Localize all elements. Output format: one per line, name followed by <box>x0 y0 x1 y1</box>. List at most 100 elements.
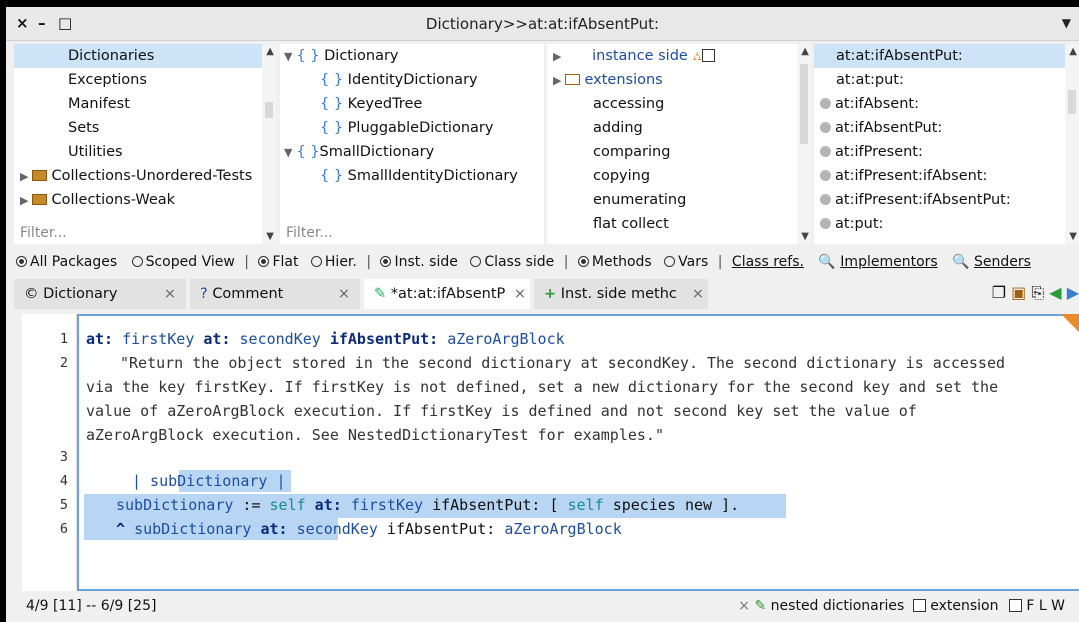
code-editor[interactable]: 1 2 3 4 5 6 at: firstKey at: secondKey i… <box>22 314 1079 591</box>
clear-protocol-icon[interactable]: × <box>738 598 750 614</box>
class-item[interactable]: { } IdentityDictionary <box>320 68 478 92</box>
class-item[interactable]: ▼ { }SmallDictionary <box>284 140 434 164</box>
protocol-item[interactable]: enumerating <box>593 188 686 212</box>
close-tab-icon[interactable]: × <box>164 279 176 309</box>
implementors-link[interactable]: Implementors <box>840 254 937 270</box>
instance-side-checkbox[interactable] <box>701 49 715 62</box>
protocol-item[interactable]: accessing <box>593 92 664 116</box>
tab-dictionary[interactable]: © Dictionary × <box>14 279 186 309</box>
close-tab-icon[interactable]: × <box>338 279 350 309</box>
scroll-down-icon[interactable]: ▼ <box>1069 231 1077 242</box>
hier-radio[interactable]: Hier. <box>310 254 357 270</box>
expand-arrow-icon[interactable]: ▶ <box>553 74 561 87</box>
scroll-up-icon[interactable]: ▲ <box>801 46 809 57</box>
protocol-item[interactable]: adding <box>593 116 643 140</box>
scoped-view-radio[interactable]: Scoped View <box>131 254 235 270</box>
back-arrow-icon[interactable]: ◀ <box>1049 283 1061 302</box>
class-icon: { } <box>320 120 344 136</box>
flat-radio[interactable]: Flat <box>258 254 298 270</box>
tab-inst-side-method[interactable]: + Inst. side methc × <box>534 279 708 309</box>
package-item[interactable]: Exceptions <box>68 68 147 92</box>
close-tab-icon[interactable]: × <box>514 279 526 309</box>
class-item[interactable]: { } KeyedTree <box>320 92 422 116</box>
method-item[interactable]: at:ifAbsent: <box>820 92 919 116</box>
scroll-thumb[interactable] <box>1068 90 1076 114</box>
variable: subDictionary <box>134 520 252 538</box>
package-item[interactable]: Dictionaries <box>14 44 262 68</box>
method-item[interactable]: at:put: <box>820 212 883 236</box>
override-dot-icon <box>820 218 831 229</box>
scroll-thumb[interactable] <box>265 102 273 118</box>
protocol-item-instance-side[interactable]: ▶ instance side ⛼ <box>553 44 715 68</box>
collapse-arrow-icon[interactable]: ▼ <box>284 146 292 159</box>
forward-arrow-icon[interactable]: ▶ <box>1067 283 1079 302</box>
option-label: Vars <box>678 254 709 270</box>
protocol-item-extensions[interactable]: ▶ extensions <box>553 68 663 92</box>
package-item[interactable]: ▶ Collections-Unordered-Tests <box>20 164 252 188</box>
window-menu-chevron-icon[interactable]: ▼ <box>1062 16 1071 30</box>
method-item[interactable]: at:at:ifAbsentPut: <box>814 44 1065 68</box>
senders-link[interactable]: Senders <box>974 254 1031 270</box>
tab-comment[interactable]: ? Comment × <box>190 279 360 309</box>
option-label: Class side <box>484 254 555 270</box>
collapse-arrow-icon[interactable]: ▼ <box>284 50 292 63</box>
copy-icon[interactable]: ❐ <box>992 283 1006 302</box>
class-item[interactable]: { } SmallIdentityDictionary <box>320 164 518 188</box>
option-label: Hier. <box>324 254 357 270</box>
method-list[interactable]: at:at:ifAbsentPut: at:at:put: at:ifAbsen… <box>814 44 1079 244</box>
option-label: Inst. side <box>394 254 458 270</box>
package-list[interactable]: Dictionaries Exceptions Manifest Sets Ut… <box>14 44 276 244</box>
all-packages-radio[interactable]: All Packages <box>16 254 117 270</box>
scroll-up-icon[interactable]: ▲ <box>266 46 274 57</box>
extension-checkbox[interactable] <box>912 599 926 612</box>
protocol-item[interactable]: flat collect <box>593 212 669 236</box>
class-side-radio[interactable]: Class side <box>470 254 554 270</box>
class-list[interactable]: ▼ { } Dictionary { } IdentityDictionary {… <box>280 44 544 244</box>
scroll-up-icon[interactable]: ▲ <box>1069 46 1077 57</box>
protocol-list[interactable]: ▶ instance side ⛼ ▶ extensions accessing … <box>547 44 811 244</box>
package-item[interactable]: Sets <box>68 116 99 140</box>
method-item[interactable]: at:ifPresent: <box>820 140 923 164</box>
package-filter-input[interactable]: Filter... <box>14 222 67 244</box>
method-label: at:ifPresent:ifAbsent: <box>835 168 988 184</box>
close-tab-icon[interactable]: × <box>692 279 704 309</box>
package-scrollbar[interactable]: ▲ ▼ <box>262 44 276 244</box>
protocol-name[interactable]: nested dictionaries <box>771 598 905 614</box>
protocol-item[interactable]: comparing <box>593 140 670 164</box>
radio-off-icon <box>131 256 143 267</box>
edit-protocol-icon[interactable]: ✎ <box>754 598 766 614</box>
inst-side-radio[interactable]: Inst. side <box>380 254 458 270</box>
methods-radio[interactable]: Methods <box>577 254 652 270</box>
package-browse-icon[interactable]: ▣ <box>1011 283 1026 302</box>
package-item[interactable]: Utilities <box>68 140 123 164</box>
method-item[interactable]: at:ifPresent:ifAbsentPut: <box>820 188 1011 212</box>
method-item[interactable]: at:at:put: <box>836 68 904 92</box>
scroll-down-icon[interactable]: ▼ <box>801 231 809 242</box>
line-number: 1 <box>59 331 68 347</box>
class-refs-link[interactable]: Class refs. <box>732 254 804 270</box>
expand-arrow-icon[interactable]: ▶ <box>20 194 28 207</box>
tab-method-at-at-ifabsentput[interactable]: ✎ *at:at:ifAbsentP × <box>364 279 530 309</box>
class-filter-input[interactable]: Filter... <box>280 222 333 244</box>
help-icon: ? <box>200 286 208 302</box>
separator: | <box>244 254 249 270</box>
class-item[interactable]: ▼ { } Dictionary <box>284 44 399 68</box>
package-item[interactable]: Manifest <box>68 92 130 116</box>
class-item[interactable]: { } PluggableDictionary <box>320 116 493 140</box>
history-icon[interactable]: ⎘ <box>1031 283 1044 302</box>
override-dot-icon <box>820 170 831 181</box>
package-item[interactable]: ▶ Collections-Weak <box>20 188 175 212</box>
expand-arrow-icon[interactable]: ▶ <box>553 50 561 63</box>
method-scrollbar[interactable]: ▲ ▼ <box>1065 44 1079 244</box>
flags-checkbox[interactable] <box>1008 599 1022 612</box>
method-item[interactable]: at:ifPresent:ifAbsent: <box>820 164 987 188</box>
protocol-scrollbar[interactable]: ▲ ▼ <box>797 44 811 244</box>
expand-arrow-icon[interactable]: ▶ <box>20 170 28 183</box>
keyword: at: <box>203 330 231 348</box>
scroll-thumb[interactable] <box>800 64 808 144</box>
extension-label: extension <box>930 598 999 614</box>
scroll-down-icon[interactable]: ▼ <box>266 231 274 242</box>
method-item[interactable]: at:ifAbsentPut: <box>820 116 942 140</box>
protocol-item[interactable]: copying <box>593 164 650 188</box>
vars-radio[interactable]: Vars <box>664 254 708 270</box>
